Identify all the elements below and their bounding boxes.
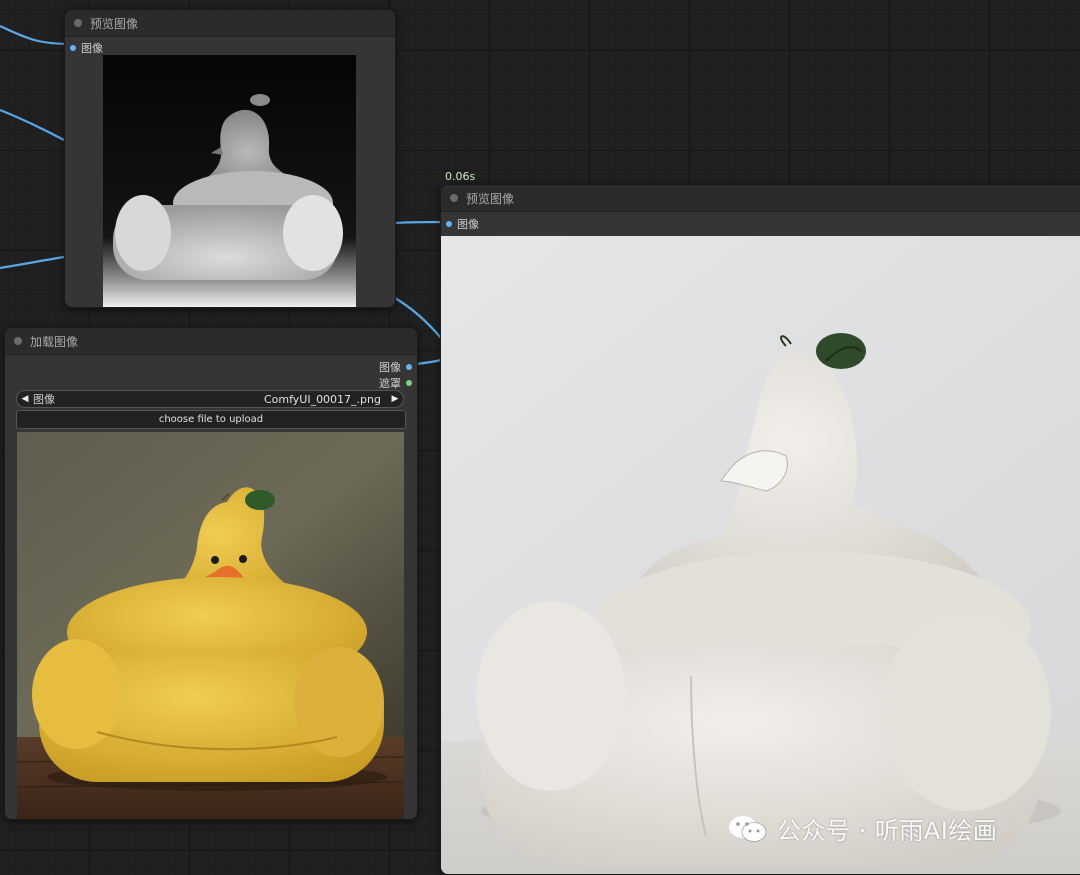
node-title: 加载图像: [30, 334, 79, 349]
node-title: 预览图像: [90, 16, 139, 31]
watermark-text: 公众号 · 听雨AI绘画: [777, 817, 998, 845]
output-slot-label: 遮罩: [379, 377, 401, 390]
combo-label: 图像: [33, 393, 55, 406]
link-wire: [0, 25, 73, 46]
node-title-bar[interactable]: 预览图像: [441, 185, 1080, 212]
input-slot-dot-icon[interactable]: [70, 45, 76, 51]
input-slot-label: 图像: [81, 42, 103, 55]
watermark: 公众号 · 听雨AI绘画: [727, 811, 997, 846]
result-image-preview: [441, 236, 1080, 874]
input-slot-image[interactable]: 图像: [446, 216, 479, 232]
link-wire: [0, 108, 65, 141]
input-slot-dot-icon[interactable]: [446, 221, 452, 227]
output-slot-image[interactable]: 图像: [379, 359, 412, 375]
input-slot-image[interactable]: 图像: [70, 40, 103, 56]
link-wire: [0, 255, 65, 270]
load-image-node[interactable]: 加载图像 图像 遮罩 ◀ 图像 ComfyUI_00017_.png ▶ cho…: [4, 327, 418, 820]
execution-time: 0.06s: [445, 170, 476, 183]
loaded-image-preview: [17, 432, 404, 819]
wechat-logo-icon: [729, 815, 767, 842]
image-combo-widget[interactable]: ◀ 图像 ComfyUI_00017_.png ▶: [16, 390, 404, 408]
left-triangle-icon[interactable]: ◀: [17, 394, 33, 404]
upload-button[interactable]: choose file to upload: [16, 410, 406, 429]
output-slot-mask[interactable]: 遮罩: [379, 375, 412, 391]
combo-value[interactable]: ComfyUI_00017_.png: [264, 393, 381, 406]
output-slot-dot-icon[interactable]: [406, 380, 412, 386]
node-title-bar[interactable]: 预览图像: [65, 10, 395, 37]
output-slot-dot-icon[interactable]: [406, 364, 412, 370]
collapse-dot-icon[interactable]: [14, 337, 22, 345]
depth-map-preview: [103, 55, 356, 307]
node-title: 预览图像: [466, 191, 515, 206]
output-slot-label: 图像: [379, 361, 401, 374]
link-wire: [415, 358, 442, 366]
preview-image-node-result[interactable]: 预览图像 图像: [440, 184, 1080, 875]
input-slot-label: 图像: [457, 218, 479, 231]
collapse-dot-icon[interactable]: [74, 19, 82, 27]
preview-image-node-depth[interactable]: 预览图像 图像: [64, 9, 396, 308]
node-title-bar[interactable]: 加载图像: [5, 328, 417, 355]
right-triangle-icon[interactable]: ▶: [387, 394, 403, 404]
collapse-dot-icon[interactable]: [450, 194, 458, 202]
